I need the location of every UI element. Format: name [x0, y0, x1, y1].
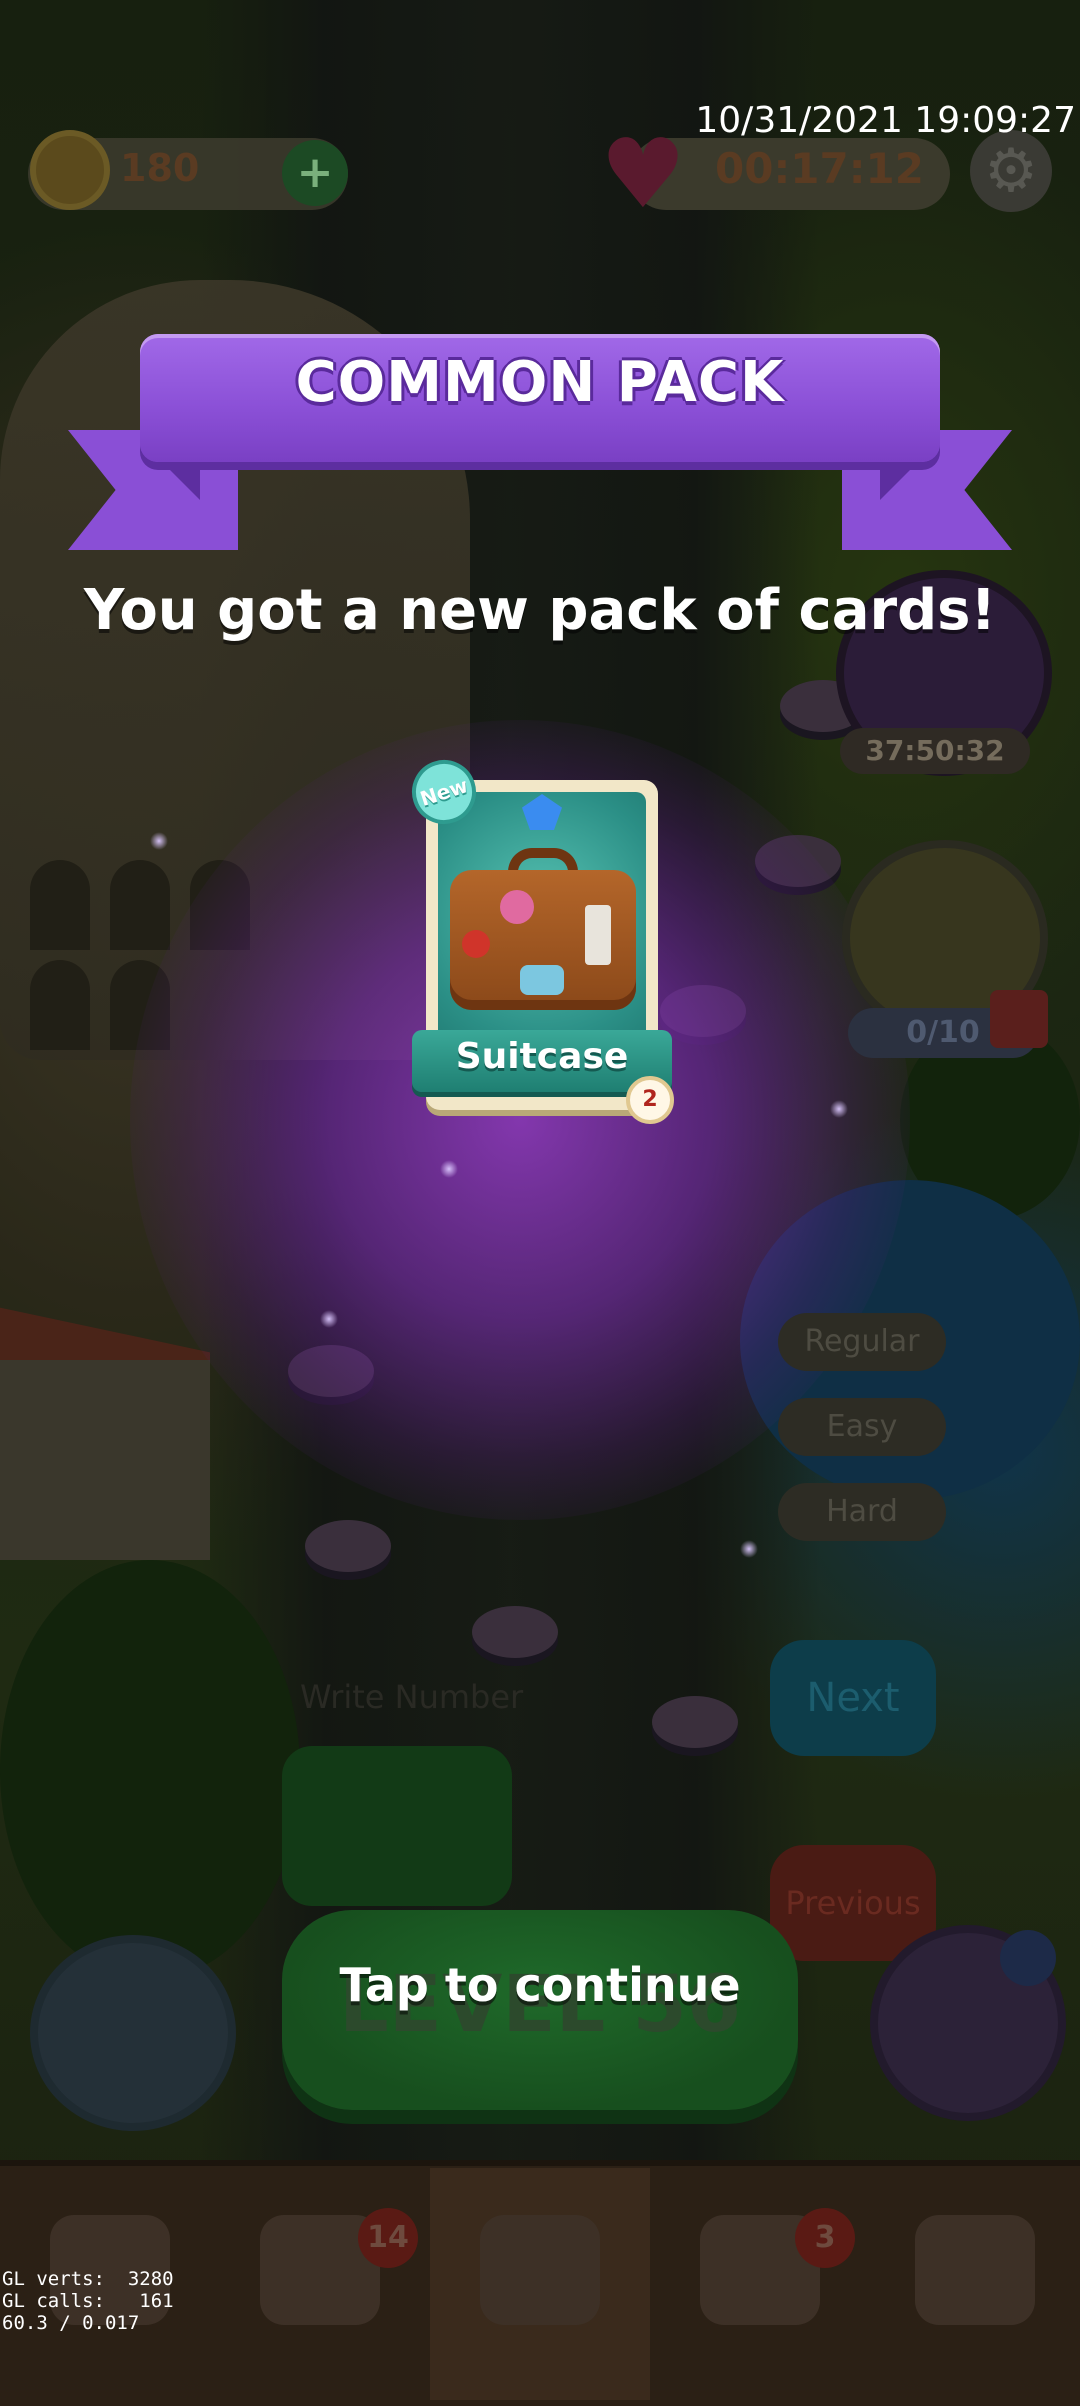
- lives-timer: 00:17:12: [715, 144, 924, 193]
- friends-badge: 3: [795, 2208, 855, 2268]
- difficulty-hard-button[interactable]: Hard: [778, 1483, 946, 1541]
- home-icon[interactable]: [480, 2215, 600, 2325]
- card-name: Suitcase: [455, 1036, 629, 1077]
- difficulty-regular-button[interactable]: Regular: [778, 1313, 946, 1371]
- sparkle: [150, 832, 168, 850]
- gl-stats-overlay: GL verts: 3280 GL calls: 161 60.3 / 0.01…: [2, 2268, 174, 2334]
- coin-count: 180: [120, 146, 200, 190]
- sparkle: [830, 1100, 848, 1118]
- arch: [30, 960, 90, 1050]
- sticker: [520, 965, 564, 995]
- sticker: [462, 930, 490, 958]
- sparkle: [440, 1160, 458, 1178]
- dialog-subtitle: You got a new pack of cards!: [83, 578, 997, 643]
- datetime-overlay: 10/31/2021 19:09:27: [695, 100, 1076, 141]
- difficulty-easy-button[interactable]: Easy: [778, 1398, 946, 1456]
- write-number-label: Write Number: [300, 1678, 524, 1716]
- sticker: [585, 905, 611, 965]
- sparkle: [740, 1540, 758, 1558]
- level-node: [652, 1696, 738, 1748]
- arch: [110, 860, 170, 950]
- sparkle: [320, 1310, 338, 1328]
- add-coins-button[interactable]: +: [282, 140, 348, 206]
- arch: [30, 860, 90, 950]
- card-count-badge: 2: [626, 1076, 674, 1124]
- sticker: [500, 890, 534, 924]
- level-node: [305, 1520, 391, 1572]
- gift-icon: [990, 990, 1048, 1048]
- tree: [0, 1560, 300, 1980]
- tap-to-continue[interactable]: Tap to continue: [0, 1958, 1080, 2012]
- heart-icon: ♥: [600, 118, 687, 230]
- coin-icon: [30, 130, 110, 210]
- pack-title: COMMON PACK: [295, 350, 785, 415]
- event-timer: 37:50:32: [840, 728, 1030, 774]
- number-input-box[interactable]: [282, 1746, 512, 1906]
- next-button[interactable]: Next: [770, 1640, 936, 1756]
- house: [0, 1360, 210, 1560]
- mail-badge: 14: [358, 2208, 418, 2268]
- trophy-icon[interactable]: [915, 2215, 1035, 2325]
- level-node: [472, 1606, 558, 1658]
- gear-icon[interactable]: ⚙: [970, 130, 1052, 212]
